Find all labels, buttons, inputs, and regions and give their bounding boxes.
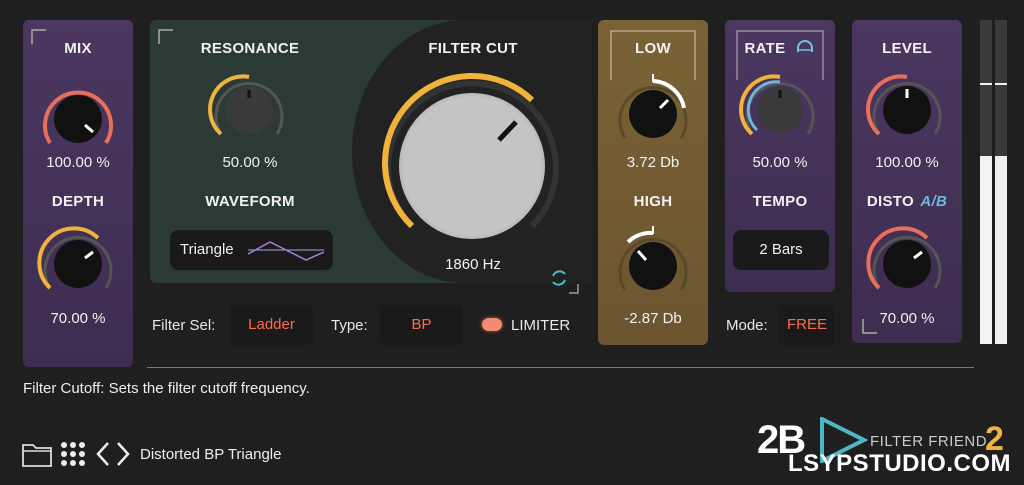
- type-dropdown[interactable]: BP: [380, 305, 463, 345]
- status-text: Filter Cutoff: Sets the filter cutoff fr…: [23, 380, 310, 397]
- product-name: FILTER FRIEND: [870, 433, 988, 450]
- low-value: 3.72 Db: [626, 154, 680, 171]
- mode-dropdown[interactable]: FREE: [779, 305, 835, 345]
- grid-browser-icon[interactable]: [60, 441, 86, 467]
- filter-sel-dropdown[interactable]: Ladder: [230, 305, 313, 345]
- filter-cut-value: 1860 Hz: [445, 256, 501, 273]
- level-label: LEVEL: [882, 40, 932, 57]
- rate-knob[interactable]: [735, 72, 825, 142]
- low-knob[interactable]: [608, 68, 698, 148]
- meter-right-peak: [995, 83, 1007, 85]
- filter-cut-knob[interactable]: [376, 70, 568, 250]
- disto-ab-toggle[interactable]: A/B: [920, 193, 947, 210]
- rate-value: 50.00 %: [752, 154, 808, 171]
- mix-value: 100.00 %: [46, 154, 110, 171]
- preset-name[interactable]: Distorted BP Triangle: [140, 446, 281, 463]
- meter-left-fill: [980, 156, 992, 344]
- high-label: HIGH: [633, 193, 673, 210]
- disto-label-text: DISTO: [866, 193, 914, 210]
- level-knob[interactable]: [862, 72, 952, 142]
- corner-mark-icon: [862, 319, 877, 334]
- watermark: LSYPSTUDIO.COM: [788, 450, 1012, 477]
- resonance-value: 50.00 %: [222, 154, 278, 171]
- corner-mark-icon: [158, 29, 173, 44]
- waveform-selected: Triangle: [180, 241, 234, 258]
- triangle-wave-icon: [248, 241, 324, 261]
- disto-label: DISTO A/B: [852, 193, 962, 210]
- depth-knob[interactable]: [33, 226, 123, 296]
- resonance-knob[interactable]: [204, 72, 294, 142]
- filter-cut-label: FILTER CUT: [428, 40, 518, 57]
- high-knob[interactable]: [608, 220, 698, 300]
- divider: [147, 367, 974, 368]
- disto-knob[interactable]: [862, 226, 952, 296]
- meter-left-peak: [980, 83, 992, 85]
- limiter-label: LIMITER: [511, 317, 571, 334]
- chevron-left-icon[interactable]: [96, 441, 110, 467]
- limiter-led-toggle[interactable]: [482, 318, 502, 331]
- high-value: -2.87 Db: [624, 310, 682, 327]
- filter-sel-label: Filter Sel:: [152, 317, 216, 334]
- mix-knob[interactable]: [33, 81, 123, 151]
- tempo-dropdown[interactable]: 2 Bars: [733, 230, 829, 270]
- output-meter-left: [980, 20, 992, 344]
- depth-label: DEPTH: [51, 193, 105, 210]
- link-sync-icon[interactable]: [543, 262, 579, 294]
- folder-icon[interactable]: [22, 441, 52, 467]
- meter-right-fill: [995, 156, 1007, 344]
- level-value: 100.00 %: [875, 154, 939, 171]
- depth-value: 70.00 %: [50, 310, 106, 327]
- waveform-label: WAVEFORM: [205, 193, 295, 210]
- waveform-selector[interactable]: Triangle: [170, 230, 333, 270]
- rate-label: RATE: [744, 40, 786, 57]
- mix-label: MIX: [64, 40, 92, 57]
- mode-label: Mode:: [726, 317, 768, 334]
- sync-headphone-icon[interactable]: [795, 38, 815, 56]
- output-meter-right: [995, 20, 1007, 344]
- tempo-label: TEMPO: [752, 193, 808, 210]
- type-label: Type:: [331, 317, 368, 334]
- chevron-right-icon[interactable]: [116, 441, 130, 467]
- resonance-label: RESONANCE: [200, 40, 300, 57]
- low-label: LOW: [635, 40, 671, 57]
